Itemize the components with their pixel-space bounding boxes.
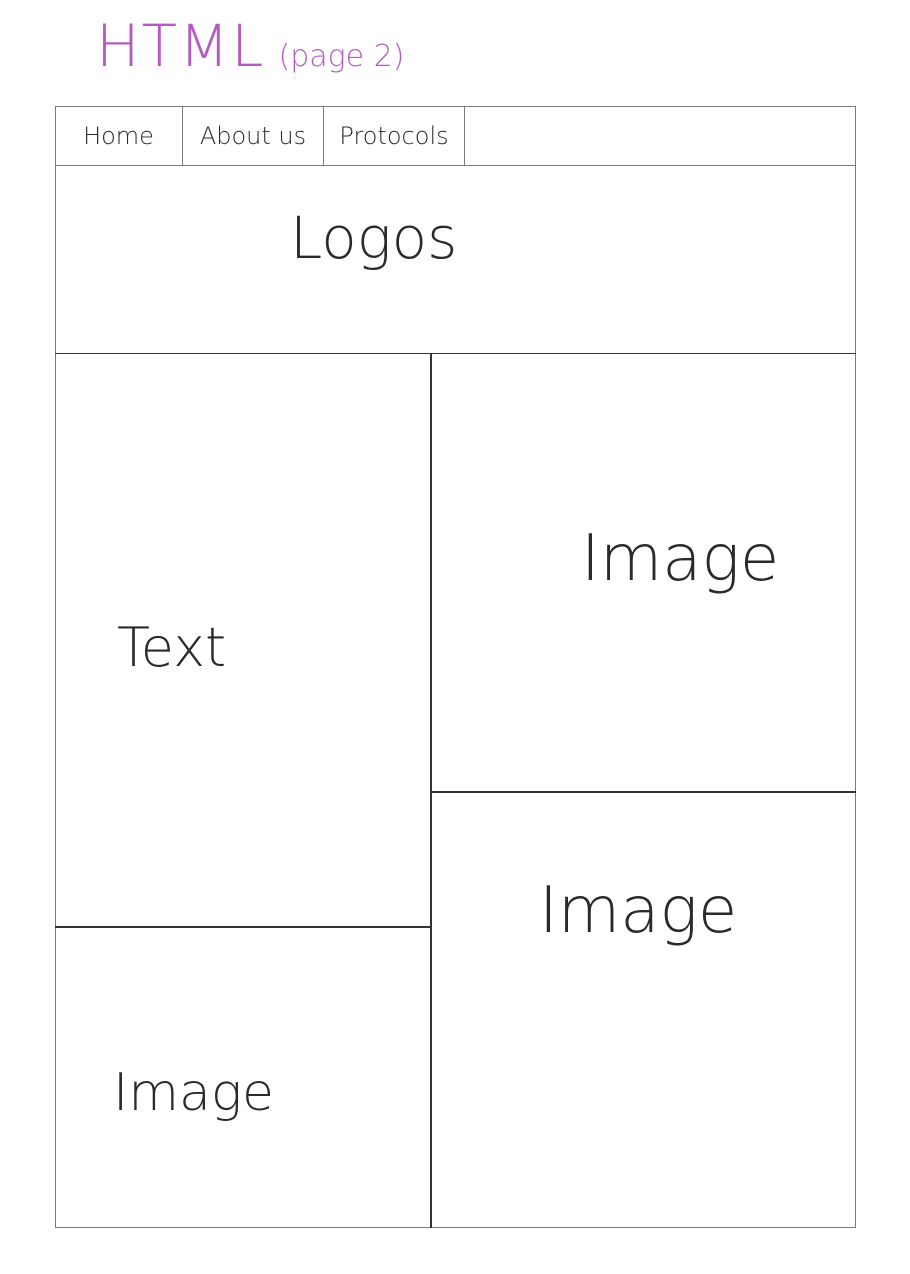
logos-label: Logos: [290, 204, 458, 272]
image-label-bottom-right: Image: [539, 874, 738, 948]
title-main: HTML: [96, 12, 266, 80]
image-label-bottom-left: Image: [113, 1063, 275, 1123]
image-placeholder-bottom-right: Image: [431, 792, 856, 1228]
nav-bar: Home About us Protocols: [55, 106, 856, 166]
title-subtitle: (page 2): [278, 39, 405, 74]
image-label-top-right: Image: [581, 522, 780, 596]
image-placeholder-bottom-left: Image: [55, 927, 430, 1228]
text-section: Text: [55, 354, 430, 926]
nav-item-protocols[interactable]: Protocols: [324, 106, 465, 166]
logos-section: Logos: [55, 166, 856, 354]
nav-item-home[interactable]: Home: [55, 106, 183, 166]
nav-item-about-us[interactable]: About us: [183, 106, 324, 166]
text-label: Text: [117, 616, 227, 679]
image-placeholder-top-right: Image: [431, 354, 856, 791]
page-title: HTML (page 2): [96, 12, 404, 80]
